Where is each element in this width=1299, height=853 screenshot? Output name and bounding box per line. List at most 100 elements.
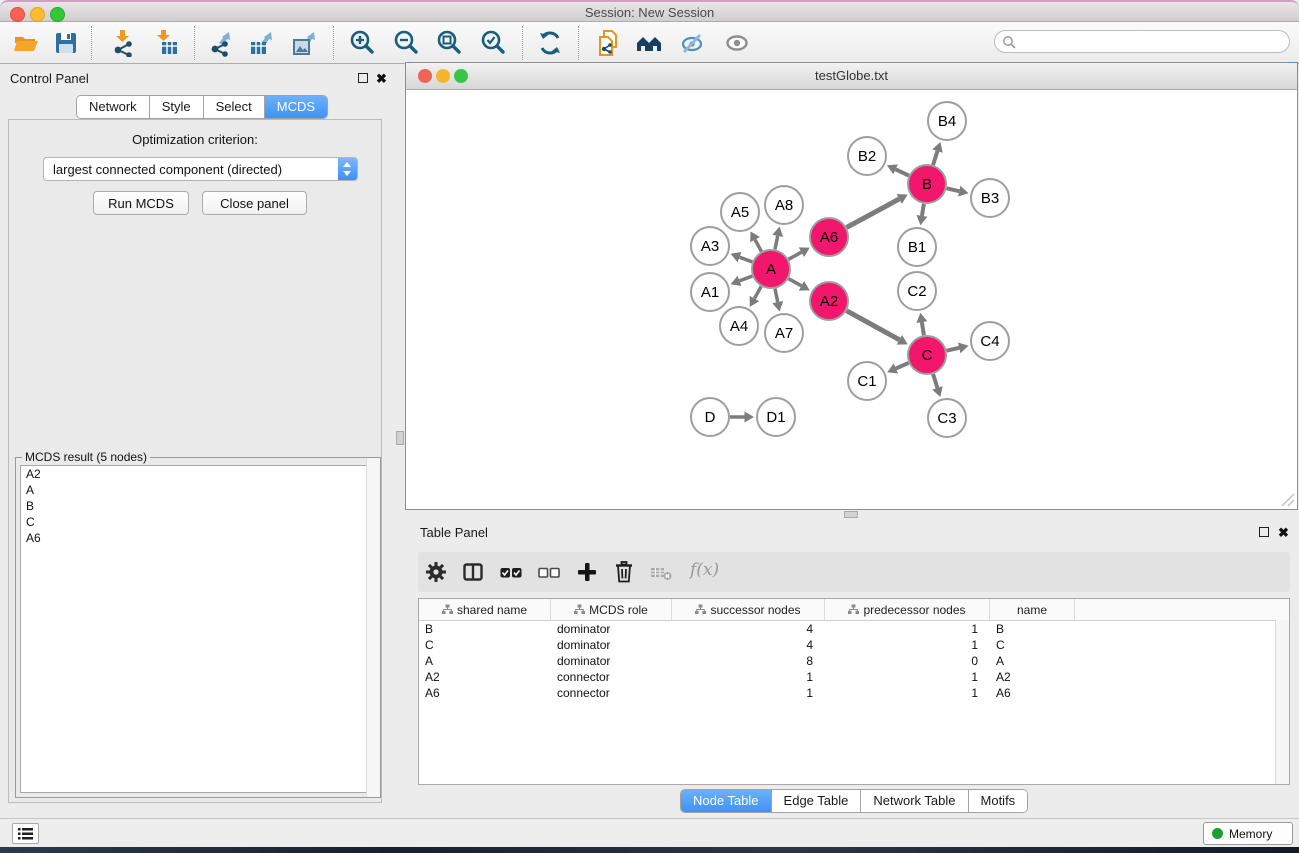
mcds-result-scrollbar[interactable]: [366, 458, 380, 797]
table-row[interactable]: Cdominator41C: [419, 637, 1289, 653]
list-item[interactable]: A: [21, 482, 375, 498]
zoom-fit-icon[interactable]: [435, 29, 463, 57]
graph-node-A[interactable]: A: [752, 250, 790, 288]
graph-edge-B-B1[interactable]: [917, 204, 928, 226]
column-visibility-icon[interactable]: [461, 560, 485, 584]
graph-node-B4[interactable]: B4: [928, 102, 966, 140]
graph-node-A7[interactable]: A7: [765, 314, 803, 352]
graph-node-A1[interactable]: A1: [691, 273, 729, 311]
control-panel-float-icon[interactable]: [358, 73, 368, 83]
table-panel-close-icon[interactable]: ✖: [1278, 527, 1289, 538]
graph-node-A6[interactable]: A6: [810, 218, 848, 256]
import-table-icon[interactable]: [153, 29, 181, 57]
close-panel-button[interactable]: Close panel: [202, 191, 307, 215]
task-history-button[interactable]: [12, 823, 39, 844]
graph-node-B[interactable]: B: [908, 165, 946, 203]
refresh-network-icon[interactable]: [536, 29, 564, 57]
import-network-icon[interactable]: [109, 29, 137, 57]
graph-edge-A-A5[interactable]: [750, 231, 761, 251]
graph-node-A5[interactable]: A5: [721, 193, 759, 231]
save-session-icon[interactable]: [52, 29, 80, 57]
graph-edge-A6-B[interactable]: [847, 194, 908, 227]
graph-edge-B-B3[interactable]: [947, 186, 969, 197]
vertical-divider-handle[interactable]: [396, 431, 404, 445]
graph-edge-B-B4[interactable]: [932, 142, 942, 165]
graph-edge-C-C4[interactable]: [947, 342, 969, 353]
export-table-icon[interactable]: [248, 29, 276, 57]
graph-edge-A-A8[interactable]: [772, 227, 783, 250]
tab-network[interactable]: Network: [77, 96, 150, 118]
graph-edge-A-A7[interactable]: [772, 289, 783, 312]
list-item[interactable]: A6: [21, 530, 375, 546]
graph-node-B1[interactable]: B1: [898, 228, 936, 266]
add-column-icon[interactable]: [575, 560, 599, 584]
control-panel-close-icon[interactable]: ✖: [376, 73, 387, 84]
table-row[interactable]: A6connector11A6: [419, 685, 1289, 701]
graph-node-D1[interactable]: D1: [757, 398, 795, 436]
run-mcds-button[interactable]: Run MCDS: [93, 191, 189, 215]
graph-edge-B-B2[interactable]: [887, 164, 909, 175]
tab-style[interactable]: Style: [150, 96, 204, 118]
memory-button[interactable]: Memory: [1203, 822, 1293, 845]
tab-motifs[interactable]: Motifs: [969, 790, 1028, 812]
export-network-icon[interactable]: [207, 29, 235, 57]
list-item[interactable]: B: [21, 498, 375, 514]
export-image-icon[interactable]: [291, 29, 319, 57]
table-row[interactable]: Bdominator41B: [419, 621, 1289, 637]
column-header[interactable]: predecessor nodes: [825, 599, 990, 620]
graph-edge-D-D1[interactable]: [730, 412, 754, 423]
graph-edge-A-A6[interactable]: [789, 247, 810, 259]
tab-network-table[interactable]: Network Table: [861, 790, 968, 812]
mcds-result-list[interactable]: A2ABCA6: [20, 465, 376, 793]
delete-table-icon[interactable]: [649, 560, 673, 584]
open-session-icon[interactable]: [12, 29, 40, 57]
zoom-out-icon[interactable]: [392, 29, 420, 57]
graph-edge-A-A1[interactable]: [731, 276, 753, 286]
new-network-from-selection-icon[interactable]: [594, 29, 622, 57]
graph-node-C3[interactable]: C3: [928, 399, 966, 437]
cytoscape-home-icon[interactable]: [635, 29, 663, 57]
graph-node-A2[interactable]: A2: [810, 282, 848, 320]
zoom-in-icon[interactable]: [348, 29, 376, 57]
table-row[interactable]: Adominator80A: [419, 653, 1289, 669]
tab-mcds[interactable]: MCDS: [265, 96, 327, 118]
table-settings-icon[interactable]: [424, 560, 448, 584]
table-panel-float-icon[interactable]: [1259, 527, 1269, 537]
network-graph[interactable]: AA1A2A3A4A5A6A7A8BB1B2B3B4CC1C2C3C4DD1: [406, 89, 1297, 509]
tab-edge-table[interactable]: Edge Table: [772, 790, 862, 812]
graph-edge-C-C2[interactable]: [916, 313, 927, 336]
graph-edge-A2-C[interactable]: [847, 311, 908, 345]
graph-edge-A-A4[interactable]: [750, 286, 762, 306]
deselect-all-checks-icon[interactable]: [537, 560, 561, 584]
horizontal-divider-handle[interactable]: [844, 511, 858, 518]
graph-node-D[interactable]: D: [691, 398, 729, 436]
graph-edge-C-C1[interactable]: [887, 363, 908, 374]
function-builder-icon[interactable]: f(x): [690, 560, 719, 580]
graph-edge-C-C3[interactable]: [932, 374, 942, 397]
column-header[interactable]: shared name: [419, 599, 551, 620]
delete-columns-icon[interactable]: [612, 560, 636, 584]
table-scrollbar[interactable]: [1275, 620, 1289, 784]
tab-node-table[interactable]: Node Table: [681, 790, 772, 812]
graph-node-C1[interactable]: C1: [848, 362, 886, 400]
zoom-selected-icon[interactable]: [479, 29, 507, 57]
list-item[interactable]: C: [21, 514, 375, 530]
optimization-criterion-select[interactable]: largest connected component (directed): [43, 157, 358, 181]
select-all-checks-icon[interactable]: [499, 560, 523, 584]
tab-select[interactable]: Select: [204, 96, 265, 118]
column-header[interactable]: successor nodes: [672, 599, 825, 620]
graph-node-A4[interactable]: A4: [720, 307, 758, 345]
graph-node-A8[interactable]: A8: [765, 186, 803, 224]
graph-node-B2[interactable]: B2: [848, 137, 886, 175]
hide-selected-icon[interactable]: [678, 29, 706, 57]
graph-node-A3[interactable]: A3: [691, 227, 729, 265]
search-input[interactable]: [1019, 32, 1285, 53]
graph-edge-A-A2[interactable]: [789, 279, 810, 291]
show-all-icon[interactable]: [723, 29, 751, 57]
graph-node-C2[interactable]: C2: [898, 272, 936, 310]
column-header[interactable]: name: [990, 599, 1075, 620]
table-row[interactable]: A2connector11A2: [419, 669, 1289, 685]
list-item[interactable]: A2: [21, 466, 375, 482]
graph-node-C[interactable]: C: [908, 336, 946, 374]
network-window-titlebar[interactable]: testGlobe.txt: [406, 63, 1297, 90]
